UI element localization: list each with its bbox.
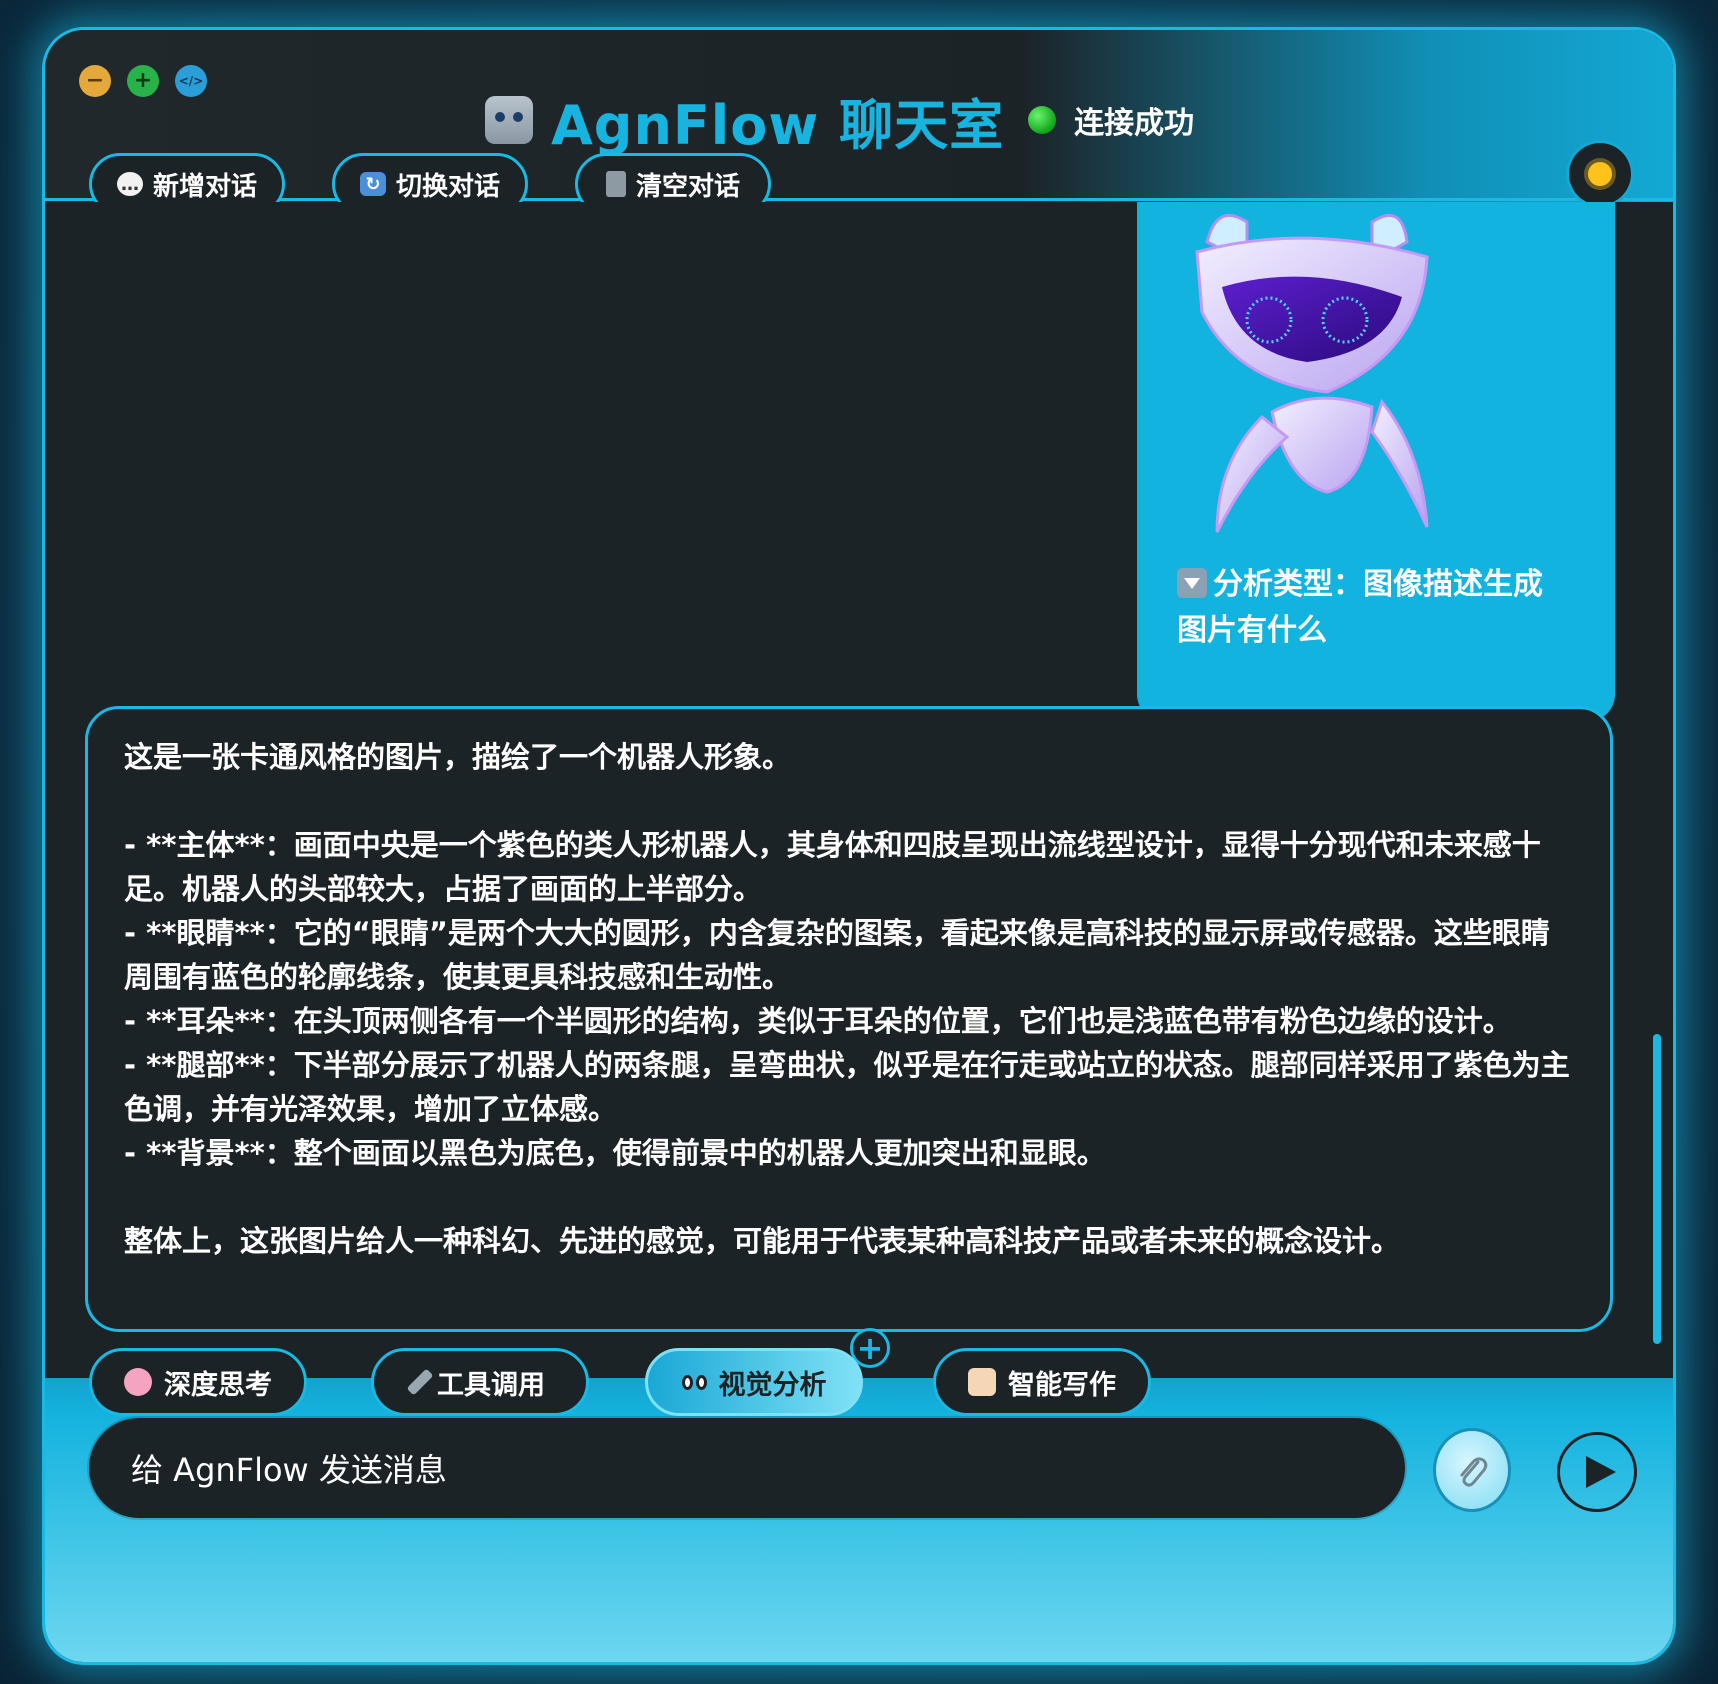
trash-icon [605,171,626,197]
user-message: 分析类型：图像描述生成 图片有什么 [1137,202,1615,722]
maximize-button[interactable]: + [127,65,159,97]
send-arrow-icon [1586,1456,1616,1488]
assistant-line: - **主体**：画面中央是一个紫色的类人形机器人，其身体和四肢呈现出流线型设计… [124,828,1541,906]
message-input-placeholder: 给 AgnFlow 发送消息 [131,1451,447,1489]
attach-button[interactable] [1433,1428,1511,1512]
new-chat-label: 新增对话 [152,171,257,202]
assistant-message: 这是一张卡通风格的图片，描绘了一个机器人形象。 - **主体**：画面中央是一个… [85,706,1613,1332]
user-question: 图片有什么 [1177,613,1327,648]
mode-visual-analysis[interactable]: 视觉分析 [645,1348,863,1416]
chat-window: − + </> AgnFlow 聊天室 连接成功 … 新增对话 ↻ 切换对话 清… [42,27,1676,1665]
mode-label: 视觉分析 [718,1369,827,1401]
header: − + </> AgnFlow 聊天室 连接成功 … 新增对话 ↻ 切换对话 清… [45,30,1673,215]
mode-label: 深度思考 [164,1369,272,1401]
sun-icon [1588,162,1612,186]
assistant-line: 这是一张卡通风格的图片，描绘了一个机器人形象。 [124,740,792,774]
user-message-text: 分析类型：图像描述生成 图片有什么 [1177,562,1577,654]
minus-icon: − [85,68,105,93]
mode-label: 智能写作 [1008,1369,1116,1401]
app-title: AgnFlow 聊天室 [551,93,1005,157]
plus-icon: + [133,68,153,93]
title-bar: AgnFlow 聊天室 连接成功 [485,85,1195,157]
mode-deep-thinking[interactable]: 深度思考 [89,1348,307,1416]
mode-tool-calling[interactable]: 工具调用 [371,1348,589,1416]
assistant-line: 整体上，这张图片给人一种科幻、先进的感觉，可能用于代表某种高科技产品或者未来的概… [124,1224,1401,1258]
refresh-icon: ↻ [359,172,386,196]
code-button[interactable]: </> [175,65,207,97]
send-button[interactable] [1557,1432,1637,1512]
theme-toggle-button[interactable] [1569,143,1631,205]
brain-icon [124,1368,152,1396]
plus-circle-icon: + [856,1329,884,1367]
switch-chat-label: 切换对话 [395,171,500,202]
assistant-line: - **眼睛**：它的“眼睛”是两个大大的圆形，内含复杂的图案，看起来像是高科技… [124,916,1550,994]
speech-bubble-icon: … [116,172,143,196]
robot-icon [485,96,533,144]
composer-area: + 深度思考 工具调用 视觉分析 智能写作 给 AgnFlow 发送消息 [45,1328,1673,1662]
code-icon: </> [178,74,204,88]
wrench-icon [406,1368,434,1396]
assistant-line [124,1175,1574,1219]
analysis-type-label: 分析类型：图像描述生成 [1213,567,1543,602]
assistant-line: - **背景**：整个画面以黑色为底色，使得前景中的机器人更加突出和显眼。 [124,1136,1106,1170]
writing-hand-icon [968,1368,996,1396]
status-dot-icon [1028,106,1057,134]
assistant-line: - **耳朵**：在头顶两侧各有一个半圆形的结构，类似于耳朵的位置，它们也是浅蓝… [124,1004,1512,1038]
header-divider [45,198,1673,201]
scrollbar[interactable] [1653,1034,1661,1344]
paperclip-icon [1460,1457,1488,1487]
minimize-button[interactable]: − [79,65,111,97]
clear-chat-label: 清空对话 [635,171,740,202]
assistant-line: - **腿部**：下半部分展示了机器人的两条腿，呈弯曲状，似乎是在行走或站立的状… [124,1048,1570,1126]
message-input[interactable]: 给 AgnFlow 发送消息 [89,1418,1405,1518]
connection-status: 连接成功 [1074,106,1195,141]
robot-image [1195,213,1429,533]
chat-area: 分析类型：图像描述生成 图片有什么 这是一张卡通风格的图片，描绘了一个机器人形象… [45,202,1673,1352]
assistant-line [124,779,1574,823]
dropdown-triangle-icon[interactable] [1177,568,1207,598]
eyes-icon [681,1374,707,1390]
mode-label: 工具调用 [437,1369,545,1401]
mode-smart-writing[interactable]: 智能写作 [933,1348,1151,1416]
